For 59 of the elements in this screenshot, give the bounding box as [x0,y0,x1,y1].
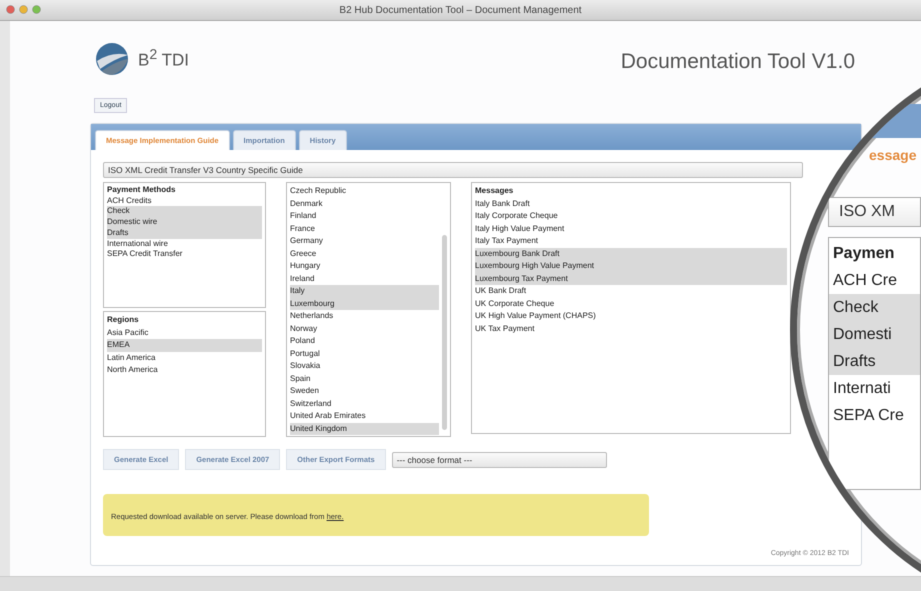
list-header: Payment Methods [107,185,176,196]
list-item[interactable]: UK High Value Payment (CHAPS) [475,310,787,322]
list-header: Paymen [832,244,896,264]
guide-select[interactable]: ISO XML Credit Transfer V3 Country Specific Guide [103,162,803,178]
scrollbar[interactable] [442,235,447,430]
format-select[interactable]: --- choose format --- [392,452,607,468]
list-item[interactable]: Germany [290,235,439,248]
list-item[interactable]: EMEA [107,339,262,352]
list-item: Domesti [829,321,920,348]
list-item[interactable]: Luxembourg Bank Draft [475,248,787,260]
list-item[interactable]: Finland [290,210,439,222]
list-item[interactable]: Luxembourg Tax Payment [475,272,787,285]
list-item[interactable]: Italy High Value Payment [475,222,787,235]
list-header: Messages [475,185,514,197]
list-item[interactable]: Drafts [107,228,262,239]
list-item[interactable]: North America [107,364,262,376]
list-item[interactable]: International wire [107,238,262,250]
list-item[interactable]: Hungary [290,260,439,272]
list-item[interactable]: ACH Credits [107,196,262,206]
globe-logo-icon [94,41,130,77]
list-item[interactable]: Portugal [290,348,439,360]
logo-text: B$^{2}$ TDI [138,47,190,71]
list-item[interactable]: Italy Bank Draft [475,198,787,210]
list-item[interactable]: Spain [290,372,439,385]
list-item[interactable]: UK Corporate Cheque [475,298,787,310]
list-item: SEPA Cre [832,406,905,426]
list-item[interactable]: United Kingdom [290,422,439,435]
app-title: Documentation Tool V1.0 [620,49,855,74]
list-item: Check [829,294,920,321]
list-item[interactable]: Italy Tax Payment [475,235,787,248]
list-item[interactable]: Asia Pacific [107,326,262,339]
list-item: Drafts [829,348,920,375]
list-header: Regions [107,314,140,326]
list-item[interactable]: Luxembourg [290,298,439,310]
list-item[interactable]: Poland [290,335,439,348]
list-item[interactable]: Greece [290,248,439,260]
list-item[interactable]: Sweden [290,385,439,398]
list-item[interactable]: SEPA Credit Transfer [107,249,262,260]
list-item[interactable]: UK Bank Draft [475,285,787,298]
list-item: Internati [832,379,892,399]
list-item[interactable]: United Arab Emirates [290,410,439,422]
list-item[interactable]: Netherlands [290,310,439,322]
magnified-tab-label: essage [869,147,916,163]
list-item[interactable]: Check [107,206,262,218]
list-item[interactable]: Luxembourg High Value Payment [475,260,787,272]
list-item[interactable]: UK Tax Payment [475,322,787,335]
list-item[interactable]: Norway [290,322,439,335]
list-item[interactable]: Domestic wire [107,217,262,228]
list-item[interactable]: Denmark [290,198,439,210]
list-item[interactable]: Switzerland [290,398,439,410]
list-item[interactable]: Italy [290,285,439,298]
list-item[interactable]: Czech Republic [290,185,439,198]
list-item[interactable]: Ireland [290,272,439,285]
list-item[interactable]: Italy Corporate Cheque [475,210,787,222]
window-title: B2 Hub Documentation Tool – Document Management [339,4,582,16]
list-item[interactable]: Slovakia [290,360,439,372]
list-item: ACH Cre [832,271,898,291]
list-item[interactable]: Latin America [107,352,262,364]
list-item[interactable]: France [290,222,439,235]
